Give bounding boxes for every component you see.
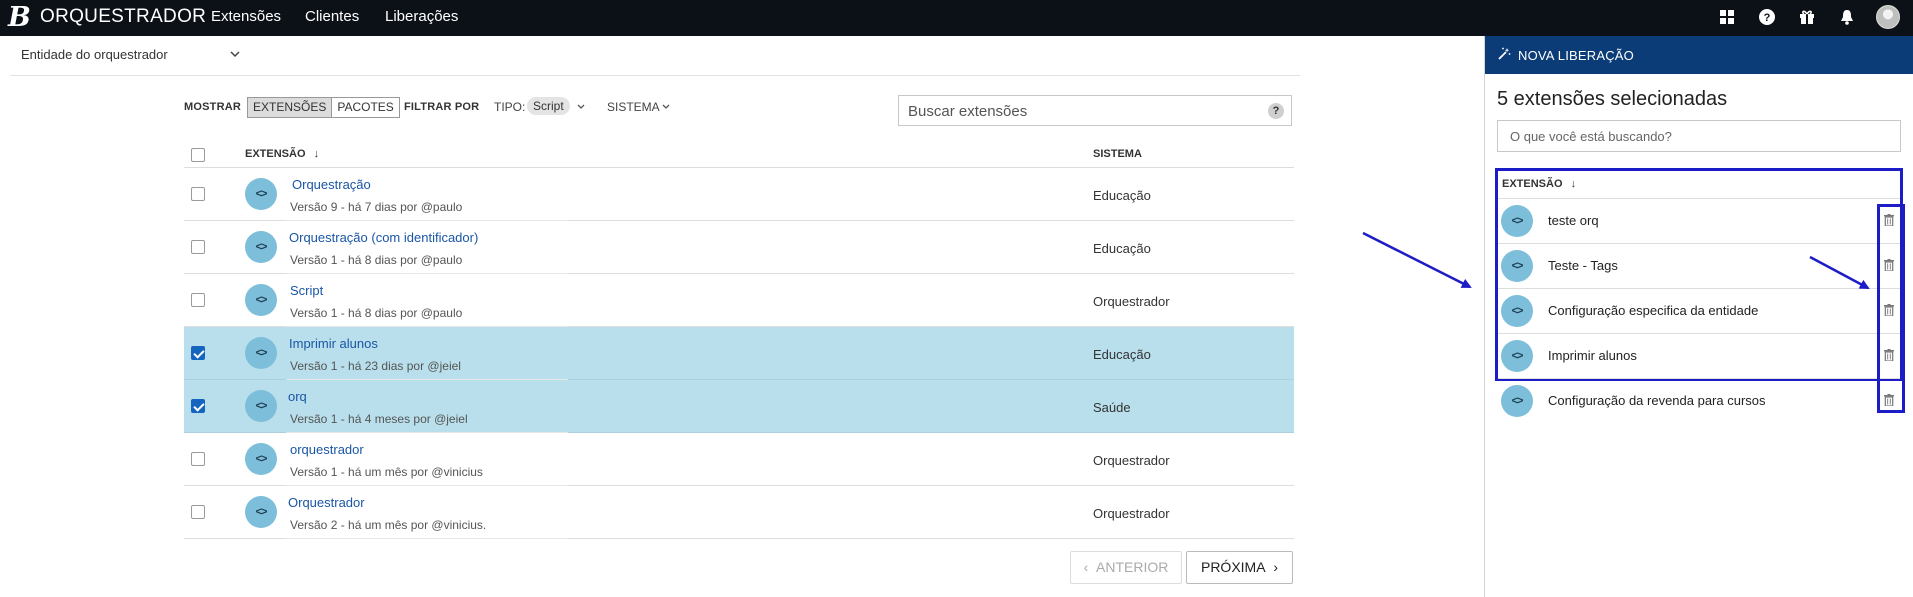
annotation-arrow-right	[1809, 255, 1870, 290]
annotation-arrows	[1362, 231, 1870, 290]
annotation-arrow-left	[1362, 231, 1472, 289]
